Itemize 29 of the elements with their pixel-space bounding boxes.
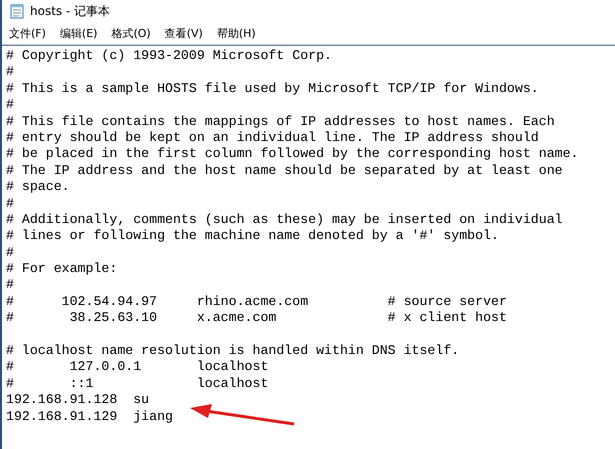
text-line: # This is a sample HOSTS file used by Microsoft TCP/IP for Windows. [6, 80, 539, 96]
text-line: # Copyright (c) 1993-2009 Microsoft Corp. [6, 48, 332, 63]
text-line: # Additionally, comments (such as these) may be inserted on individual [6, 212, 563, 227]
menu-item[interactable]: 文件(F) [9, 26, 46, 40]
text-line: # entry should be kept on an individual line. The IP address should [6, 130, 539, 145]
text-line: # space. [6, 179, 70, 194]
text-line: # be placed in the first column followed by the corresponding host name. [6, 146, 578, 162]
text-line: # This file contains the mappings of IP addresses to host names. Each [6, 114, 555, 129]
text-line: # localhost name resolution is handled within DNS itself. [6, 343, 460, 358]
window-title: hosts - 记事本 [30, 2, 110, 20]
text-line: # [6, 97, 14, 112]
notepad-icon [10, 3, 24, 19]
menu-item[interactable]: 格式(O) [111, 26, 151, 40]
text-line: 192.168.91.129 jiang [6, 408, 173, 424]
menu-item[interactable]: 编辑(E) [60, 26, 98, 40]
text-line: # For example: [6, 261, 118, 276]
menu-item[interactable]: 帮助(H) [216, 26, 256, 40]
menu-item[interactable]: 查看(V) [164, 26, 203, 40]
text-line: # [6, 277, 14, 292]
text-line: # 127.0.0.1 localhost [6, 359, 268, 374]
text-line: # [6, 64, 14, 80]
text-line: # ::1 localhost [6, 376, 268, 391]
text-line: # [6, 196, 14, 211]
text-line: # The IP address and the host name should be separated by at least one [6, 162, 563, 178]
text-line: # lines or following the machine name denoted by a '#' symbol. [6, 228, 499, 244]
text-line: # [6, 244, 14, 260]
text-line: # 102.54.94.97 rhino.acme.com # source server [6, 294, 507, 309]
text-line: 192.168.91.128 su [6, 392, 150, 408]
text-line: # 38.25.63.10 x.acme.com # x client host [6, 310, 507, 326]
